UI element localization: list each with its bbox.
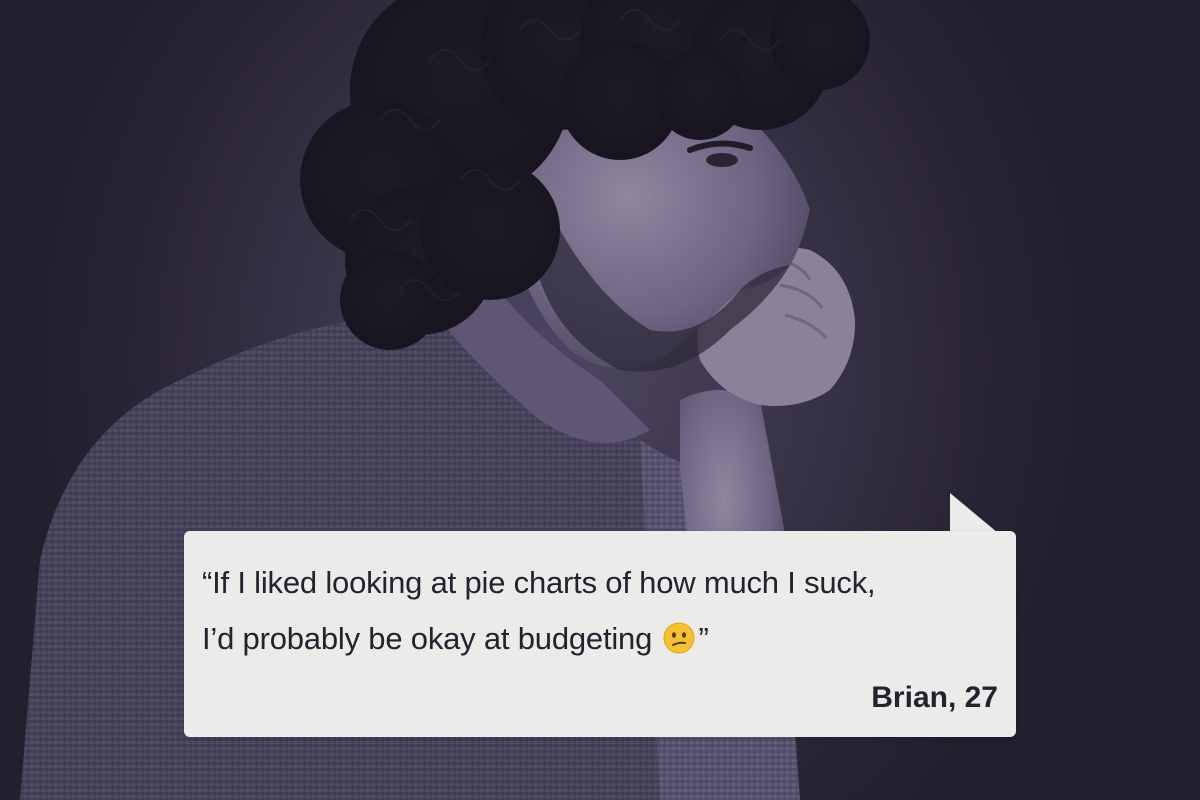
- quote-close-mark: ”: [698, 621, 709, 656]
- quote-text: “If I liked looking at pie charts of how…: [202, 555, 998, 667]
- author-name: Brian, 27: [871, 681, 998, 714]
- speech-bubble-tail: [950, 493, 998, 533]
- quote-line-2: I’d probably be okay at budgeting ”: [202, 611, 998, 667]
- testimonial-card: “If I liked looking at pie charts of how…: [0, 0, 1200, 800]
- speech-bubble: “If I liked looking at pie charts of how…: [184, 531, 1016, 737]
- confused-face-emoji-icon: [663, 622, 695, 654]
- quote-line-1: “If I liked looking at pie charts of how…: [202, 565, 876, 600]
- quote-line-2-text: I’d probably be okay at budgeting: [202, 621, 653, 656]
